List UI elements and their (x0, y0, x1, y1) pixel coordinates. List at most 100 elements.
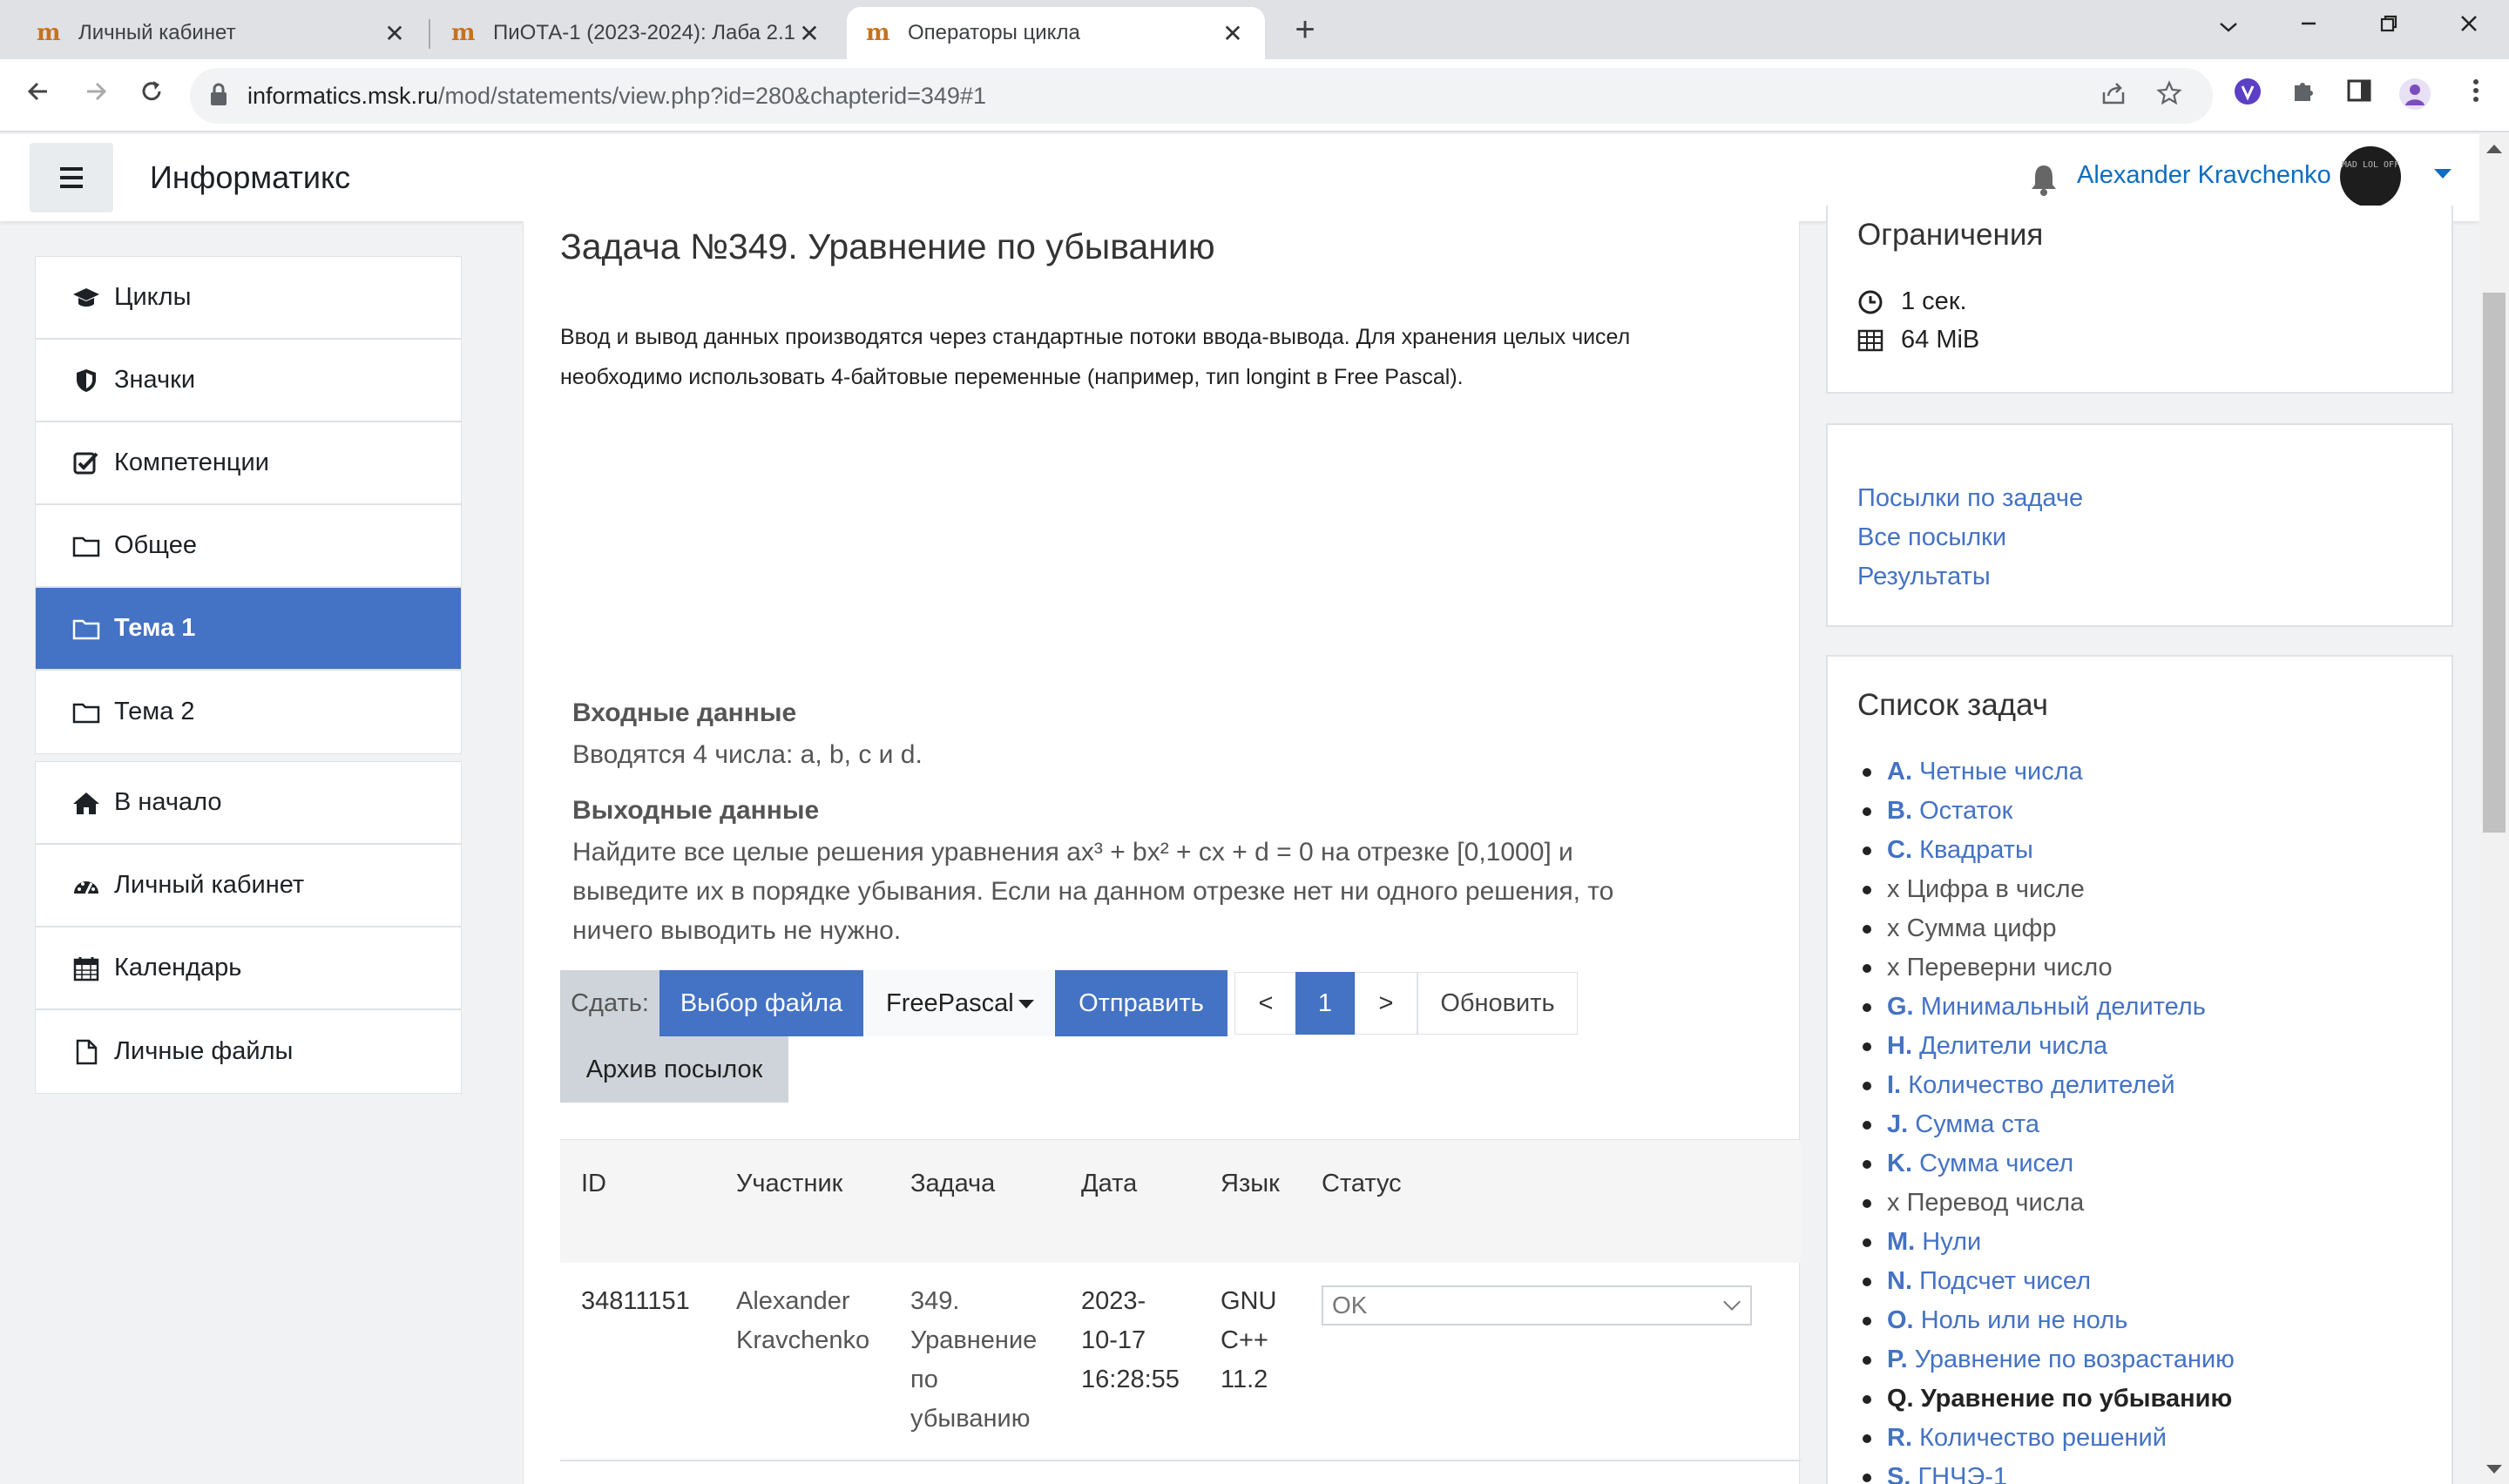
minimize-icon[interactable] (2282, 7, 2335, 45)
task-name[interactable]: Четные числа (1919, 758, 2083, 786)
col-id[interactable]: ID (581, 1140, 606, 1227)
nav-item-topic-1[interactable]: Тема 1 (36, 588, 461, 671)
col-status[interactable]: Статус (1322, 1140, 1402, 1227)
share-icon[interactable] (2098, 80, 2129, 111)
task-name[interactable]: Сумма ста (1915, 1110, 2039, 1138)
bookmark-star-icon[interactable] (2154, 80, 2185, 111)
problem-panel: Задача №349. Уравнение по убыванию Ввод … (523, 221, 1801, 1484)
send-button[interactable]: Отправить (1055, 970, 1227, 1036)
nav-item-general[interactable]: Общее (36, 505, 461, 588)
nav-item-label: В начало (114, 788, 222, 816)
task-list-item[interactable]: H. Делители числа (1857, 1027, 2450, 1066)
cell-id[interactable]: 34811151 (581, 1282, 690, 1321)
address-bar[interactable]: informatics.msk.ru/mod/statements/view.p… (190, 68, 2213, 124)
task-letter: H. (1887, 1032, 1912, 1060)
scroll-up-icon[interactable] (2486, 145, 2502, 153)
task-name[interactable]: Количество делителей (1908, 1071, 2174, 1099)
link-all-submissions[interactable]: Все посылки (1857, 523, 2006, 552)
task-list-item[interactable]: R. Количество решений (1857, 1419, 2450, 1458)
task-list-item[interactable]: O. Ноль или не ноль (1857, 1301, 2450, 1340)
scrollbar-thumb[interactable] (2483, 293, 2506, 833)
hamburger-menu-button[interactable] (30, 143, 113, 212)
pagination-page-1[interactable]: 1 (1295, 972, 1355, 1035)
nav-item-home[interactable]: В начало (36, 762, 461, 845)
nav-item-badges[interactable]: Значки (36, 340, 461, 422)
task-name[interactable]: Подсчет чисел (1919, 1267, 2091, 1295)
side-panel-icon[interactable] (2340, 77, 2378, 115)
task-name[interactable]: Нули (1922, 1228, 1981, 1256)
task-name[interactable]: Минимальный делитель (1921, 993, 2206, 1021)
task-name[interactable]: Остаток (1919, 797, 2012, 825)
nav-item-private-files[interactable]: Личные файлы (36, 1010, 461, 1093)
task-list-item[interactable]: G. Минимальный делитель (1857, 988, 2450, 1027)
task-name[interactable]: Количество решений (1919, 1424, 2167, 1452)
col-participant[interactable]: Участник (736, 1140, 842, 1227)
task-name: Перевод числа (1906, 1189, 2085, 1217)
task-list-item[interactable]: A. Четные числа (1857, 752, 2450, 792)
choose-file-button[interactable]: Выбор файла (659, 970, 863, 1036)
limits-heading: Ограничения (1857, 218, 2044, 252)
cell-participant[interactable]: Alexander Kravchenko (736, 1282, 869, 1360)
col-language[interactable]: Язык (1221, 1140, 1280, 1227)
user-menu-caret-icon[interactable] (2434, 169, 2452, 179)
task-list-item[interactable]: M. Нули (1857, 1223, 2450, 1262)
graduation-cap-icon (73, 287, 99, 307)
browser-tab-cycles[interactable]: m Операторы цикла ✕ (847, 7, 1265, 59)
tab-close-icon[interactable]: ✕ (796, 19, 822, 48)
page-scrollbar[interactable] (2479, 134, 2509, 1484)
task-name[interactable]: Уравнение по возрастанию (1915, 1346, 2235, 1373)
task-list-item: x Перевод числа (1857, 1184, 2450, 1223)
task-name[interactable]: Сумма чисел (1919, 1150, 2073, 1177)
task-list-item[interactable]: K. Сумма чисел (1857, 1144, 2450, 1184)
profile-avatar-icon[interactable] (2396, 77, 2434, 115)
task-name[interactable]: Ноль или не ноль (1921, 1306, 2128, 1334)
close-icon[interactable] (2443, 7, 2495, 45)
avatar[interactable]: MAD LOL OFF (2340, 146, 2401, 207)
back-arrow-icon[interactable] (17, 75, 59, 117)
task-name[interactable]: ГНЧЭ-1 (1917, 1463, 2007, 1484)
refresh-button[interactable]: Обновить (1417, 972, 1578, 1035)
tab-close-icon[interactable]: ✕ (382, 19, 408, 48)
pagination-prev[interactable]: < (1234, 972, 1297, 1035)
chevron-down-icon[interactable] (2202, 7, 2255, 45)
col-task[interactable]: Задача (910, 1140, 995, 1227)
browser-tab-piota[interactable]: m ПиОТА-1 (2023-2024): Лаба 2.1 ✕ (432, 7, 842, 59)
nav-item-dashboard[interactable]: Личный кабинет (36, 845, 461, 928)
browser-menu-icon[interactable] (2457, 77, 2495, 115)
forward-arrow-icon[interactable] (75, 75, 117, 117)
task-list-item[interactable]: S. ГНЧЭ-1 (1857, 1458, 2450, 1484)
task-list-item[interactable]: C. Квадраты (1857, 831, 2450, 870)
nav-item-competencies[interactable]: Компетенции (36, 422, 461, 505)
link-results[interactable]: Результаты (1857, 563, 1991, 591)
vpn-extension-icon[interactable] (2228, 77, 2267, 115)
restore-icon[interactable] (2363, 7, 2415, 45)
task-name[interactable]: Квадраты (1919, 836, 2033, 864)
cell-task[interactable]: 349. Уравнение по убыванию (910, 1282, 1037, 1439)
tab-title: Личный кабинет (78, 21, 236, 44)
task-list-item[interactable]: N. Подсчет чисел (1857, 1262, 2450, 1301)
browser-tab-lk[interactable]: m Личный кабинет ✕ (17, 7, 427, 59)
pagination-next[interactable]: > (1355, 972, 1417, 1035)
task-name[interactable]: Делители числа (1919, 1032, 2107, 1060)
task-list-item[interactable]: J. Сумма ста (1857, 1105, 2450, 1144)
task-list-item[interactable]: P. Уравнение по возрастанию (1857, 1340, 2450, 1379)
reload-icon[interactable] (131, 75, 172, 117)
submissions-archive-button[interactable]: Архив посылок (560, 1036, 788, 1103)
site-brand[interactable]: Информатикс (150, 134, 350, 221)
submit-label: Сдать: (560, 970, 659, 1036)
nav-item-calendar[interactable]: Календарь (36, 928, 461, 1010)
scroll-down-icon[interactable] (2486, 1465, 2502, 1474)
task-list-item[interactable]: B. Остаток (1857, 792, 2450, 831)
nav-item-topic-2[interactable]: Тема 2 (36, 671, 461, 753)
link-task-submissions[interactable]: Посылки по задаче (1857, 484, 2083, 513)
status-select[interactable]: OK (1322, 1285, 1752, 1325)
nav-item-cycles[interactable]: Циклы (36, 257, 461, 340)
language-select[interactable]: FreePascal (863, 970, 1055, 1036)
extensions-puzzle-icon[interactable] (2284, 77, 2323, 115)
bell-icon[interactable] (2028, 162, 2059, 197)
task-list-item[interactable]: I. Количество делителей (1857, 1066, 2450, 1105)
new-tab-button[interactable]: + (1286, 10, 1324, 49)
tab-close-icon[interactable]: ✕ (1220, 19, 1246, 48)
col-date[interactable]: Дата (1081, 1140, 1137, 1227)
user-name-link[interactable]: Alexander Kravchenko (2077, 134, 2331, 216)
